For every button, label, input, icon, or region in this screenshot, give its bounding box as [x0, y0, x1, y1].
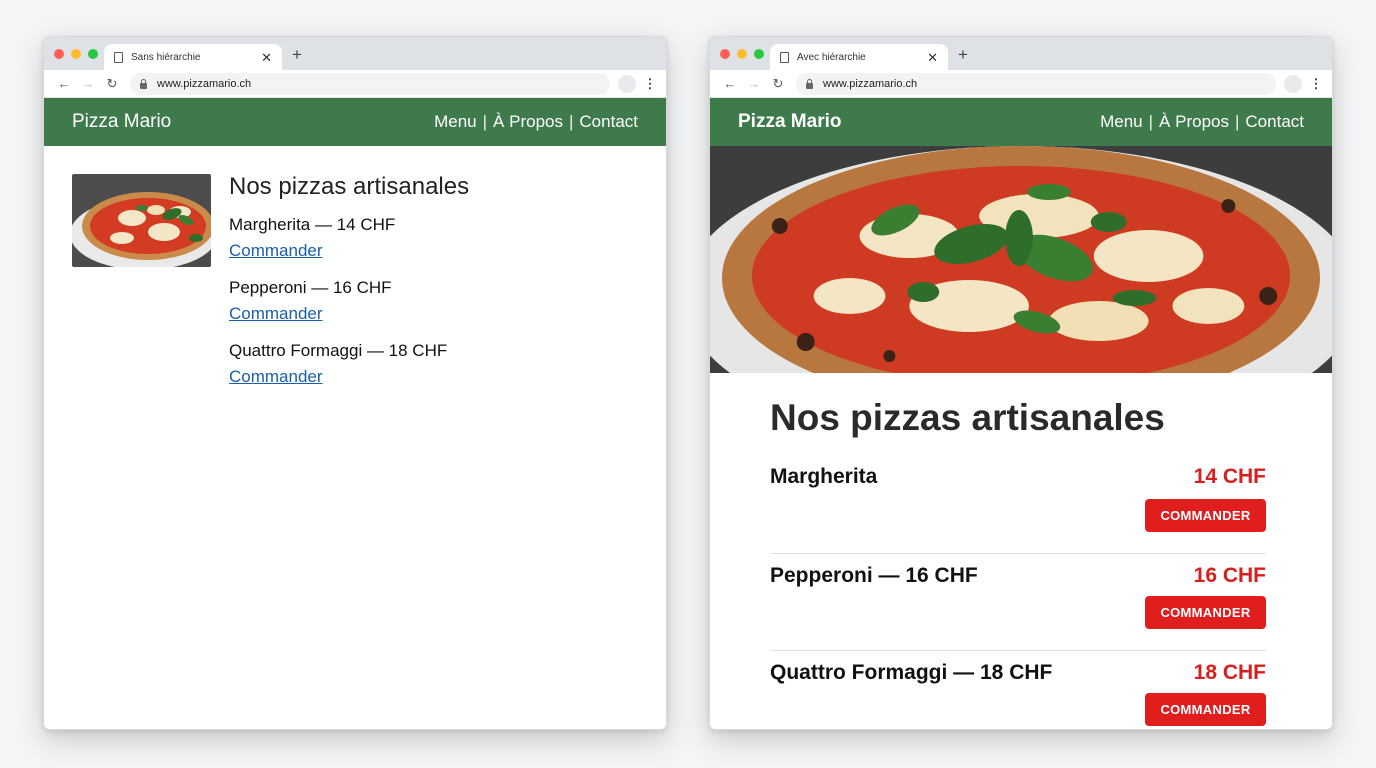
minimize-window-button[interactable]: [737, 49, 747, 59]
brand-logo[interactable]: Pizza Mario: [738, 111, 841, 133]
pizza-name: Pepperoni — 16 CHF: [770, 564, 978, 587]
minimize-window-button[interactable]: [71, 49, 81, 59]
nav-separator: |: [1234, 112, 1240, 131]
page-content: Nos pizzas artisanales Margherita — 14 C…: [44, 146, 666, 432]
pizza-price: 14 CHF: [1193, 465, 1266, 488]
commander-link[interactable]: Commander: [229, 304, 323, 323]
profile-icon[interactable]: [618, 74, 636, 93]
kebab-menu-icon[interactable]: ⋮: [642, 76, 658, 92]
pizza-hero-image: [710, 146, 1332, 373]
nav-contact[interactable]: Contact: [1245, 112, 1304, 132]
close-icon[interactable]: ✕: [927, 51, 938, 64]
page-content: Nos pizzas artisanales Margherita 14 CHF…: [710, 373, 1332, 729]
profile-icon[interactable]: [1284, 74, 1302, 93]
list-item: Pepperoni — 16 CHF Commander: [229, 278, 638, 324]
site-nav: Menu | À Propos | Contact: [434, 112, 638, 132]
pizza-name: Pepperoni — 16 CHF: [229, 278, 392, 297]
window-controls: [54, 49, 98, 59]
page-title: Nos pizzas artisanales: [229, 173, 470, 200]
tab-bar: Avec hiérarchie ✕ +: [710, 37, 1332, 70]
commander-button[interactable]: COMMANDER: [1145, 693, 1266, 726]
pizza-price: 18 CHF: [1193, 661, 1266, 684]
document-icon: [114, 51, 123, 63]
tab-title: Avec hiérarchie: [797, 51, 866, 63]
lock-icon: [806, 78, 813, 89]
pizza-price: 16 CHF: [1193, 564, 1266, 587]
maximize-window-button[interactable]: [88, 49, 98, 59]
url-text: www.pizzamario.ch: [823, 77, 918, 90]
nav-a-propos[interactable]: À Propos: [1159, 112, 1229, 132]
site-header: Pizza Mario Menu | À Propos | Contact: [710, 98, 1332, 146]
browser-window-avec-hierarchie: Avec hiérarchie ✕ + ← → ↻ www.pizzamario…: [709, 36, 1333, 730]
nav-separator: |: [568, 112, 574, 131]
pizza-name: Margherita — 14 CHF: [229, 215, 396, 234]
lock-icon: [140, 78, 147, 89]
address-bar[interactable]: www.pizzamario.ch: [796, 72, 1276, 95]
browser-toolbar: ← → ↻ www.pizzamario.ch ⋮: [44, 70, 666, 98]
back-arrow-icon[interactable]: ←: [52, 76, 76, 91]
new-tab-icon[interactable]: +: [292, 46, 302, 63]
new-tab-icon[interactable]: +: [958, 46, 968, 63]
site-nav: Menu | À Propos | Contact: [1100, 112, 1304, 132]
site-header: Pizza Mario Menu | À Propos | Contact: [44, 98, 666, 146]
list-item: Margherita — 14 CHF Commander: [229, 215, 638, 261]
maximize-window-button[interactable]: [754, 49, 764, 59]
tab-bar: Sans hiérarchie ✕ +: [44, 37, 666, 70]
window-controls: [720, 49, 764, 59]
browser-window-sans-hierarchie: Sans hiérarchie ✕ + ← → ↻ www.pizzamario…: [43, 36, 667, 730]
brand-logo[interactable]: Pizza Mario: [72, 111, 171, 133]
close-icon[interactable]: ✕: [261, 51, 272, 64]
forward-arrow-icon[interactable]: →: [76, 76, 100, 91]
nav-a-propos[interactable]: À Propos: [493, 112, 563, 132]
pizza-list: Nos pizzas artisanales Margherita — 14 C…: [229, 173, 638, 387]
commander-link[interactable]: Commander: [229, 367, 323, 386]
browser-toolbar: ← → ↻ www.pizzamario.ch ⋮: [710, 70, 1332, 98]
kebab-menu-icon[interactable]: ⋮: [1308, 76, 1324, 92]
address-bar[interactable]: www.pizzamario.ch: [130, 72, 610, 95]
pizza-name: Quattro Formaggi — 18 CHF: [229, 341, 448, 360]
browser-tab[interactable]: Avec hiérarchie ✕: [770, 44, 948, 70]
reload-icon[interactable]: ↻: [100, 76, 124, 92]
page-title: Nos pizzas artisanales: [770, 397, 1165, 438]
nav-menu[interactable]: Menu: [1100, 112, 1143, 132]
list-item: Quattro Formaggi — 18 CHF 18 CHF COMMAND…: [770, 651, 1266, 729]
back-arrow-icon[interactable]: ←: [718, 76, 742, 91]
list-item: Quattro Formaggi — 18 CHF Commander: [229, 341, 638, 387]
commander-link[interactable]: Commander: [229, 241, 323, 260]
close-window-button[interactable]: [720, 49, 730, 59]
nav-separator: |: [1148, 112, 1154, 131]
pizza-image: [72, 174, 211, 267]
list-item: Margherita 14 CHF COMMANDER: [770, 457, 1266, 554]
pizza-name: Margherita: [770, 465, 878, 488]
list-item: Pepperoni — 16 CHF 16 CHF COMMANDER: [770, 554, 1266, 651]
nav-menu[interactable]: Menu: [434, 112, 477, 132]
url-text: www.pizzamario.ch: [157, 77, 252, 90]
pizza-name: Quattro Formaggi — 18 CHF: [770, 661, 1053, 684]
nav-separator: |: [482, 112, 488, 131]
forward-arrow-icon[interactable]: →: [742, 76, 766, 91]
nav-contact[interactable]: Contact: [579, 112, 638, 132]
commander-button[interactable]: COMMANDER: [1145, 499, 1266, 532]
close-window-button[interactable]: [54, 49, 64, 59]
reload-icon[interactable]: ↻: [766, 76, 790, 92]
tab-title: Sans hiérarchie: [131, 51, 201, 63]
commander-button[interactable]: COMMANDER: [1145, 596, 1266, 629]
document-icon: [780, 51, 789, 63]
browser-tab[interactable]: Sans hiérarchie ✕: [104, 44, 282, 70]
